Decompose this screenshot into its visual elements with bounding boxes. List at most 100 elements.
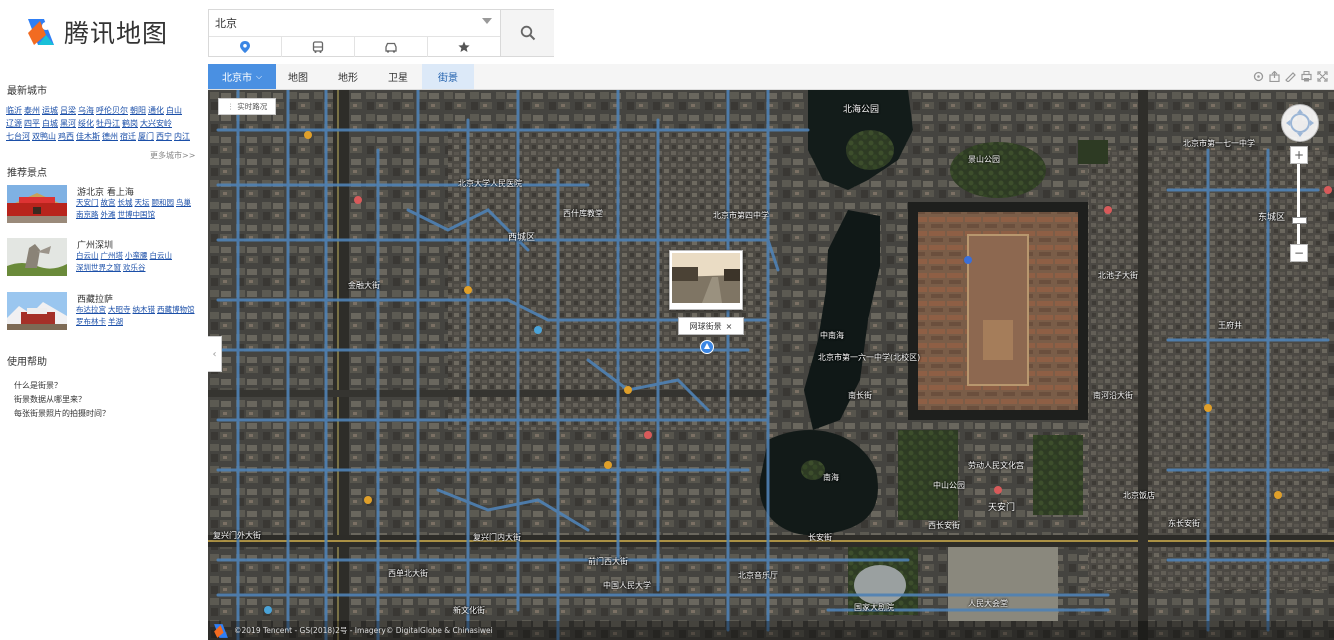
more-cities-link[interactable]: 更多城市>> — [150, 150, 195, 161]
city-link[interactable]: 白城 — [42, 119, 58, 128]
lhasa-thumbnail[interactable] — [7, 292, 67, 330]
search-button[interactable] — [500, 10, 554, 56]
streetview-title-bar: 网球街景 × — [678, 317, 744, 335]
help-title: 使用帮助 — [7, 357, 47, 368]
tiananmen-thumbnail[interactable] — [7, 185, 67, 223]
tab-favorites[interactable] — [428, 37, 500, 57]
logo[interactable]: 腾讯地图 — [24, 12, 168, 52]
city-link[interactable]: 西宁 — [156, 132, 172, 141]
recommend-link[interactable]: 广州塔 — [101, 251, 124, 260]
tab-place[interactable] — [209, 37, 282, 57]
city-link[interactable]: 白山 — [166, 106, 182, 115]
recommend-link[interactable]: 羊湖 — [108, 317, 123, 326]
recommend-link[interactable]: 布达拉宫 — [76, 305, 106, 314]
map-type-terrain[interactable]: 地形 — [330, 64, 366, 89]
realtime-traffic-label: 实时路况 — [237, 102, 268, 111]
realtime-traffic-button[interactable]: ⋮ 实时路况 — [218, 98, 276, 115]
zoom-out-button[interactable]: − — [1290, 244, 1308, 262]
city-link[interactable]: 大兴安岭 — [140, 119, 172, 128]
city-link[interactable]: 七台河 — [6, 132, 30, 141]
pan-control[interactable] — [1281, 104, 1319, 142]
measure-icon[interactable] — [1284, 69, 1296, 83]
help-item[interactable]: 街景数据从哪里来？ — [14, 394, 86, 405]
recommend-link[interactable]: 小蛮腰 — [125, 251, 148, 260]
search-input[interactable] — [209, 10, 499, 35]
share-icon[interactable] — [1268, 69, 1280, 83]
tab-drive[interactable] — [355, 37, 428, 57]
city-link[interactable]: 运城 — [42, 106, 58, 115]
city-selector[interactable]: 北京市 ⌵ — [208, 64, 276, 89]
recommend-link[interactable]: 故宫 — [101, 198, 116, 207]
recommend-item: 广州深圳 白云山 广州塔 小蛮腰 白云山深圳世界之窗 欢乐谷 — [7, 238, 202, 284]
guangzhou-thumbnail[interactable] — [7, 238, 67, 276]
city-link[interactable]: 通化 — [148, 106, 164, 115]
city-link[interactable]: 四平 — [24, 119, 40, 128]
recommend-link[interactable]: 世博中国馆 — [118, 210, 156, 219]
recommend-link[interactable]: 外滩 — [101, 210, 116, 219]
collapse-sidebar-handle[interactable]: ‹ — [208, 336, 222, 372]
print-icon[interactable] — [1300, 69, 1312, 83]
recommend-links: 白云山 广州塔 小蛮腰 白云山深圳世界之窗 欢乐谷 — [76, 250, 202, 274]
streetview-photo[interactable] — [672, 253, 740, 303]
satellite-imagery[interactable] — [208, 90, 1334, 640]
zoom-slider-knob[interactable] — [1292, 216, 1307, 224]
zoom-in-button[interactable]: + — [1290, 146, 1308, 164]
help-item[interactable]: 每张街景照片的拍摄时间？ — [14, 408, 110, 419]
help-item[interactable]: 什么是街景？ — [14, 380, 62, 391]
recommend-link[interactable]: 白云山 — [150, 251, 173, 260]
recommend-link[interactable]: 天安门 — [76, 198, 99, 207]
city-link[interactable]: 德州 — [102, 132, 118, 141]
city-selector-label: 北京市 — [221, 73, 252, 84]
streetview-title[interactable]: 网球街景 — [690, 321, 722, 332]
search-icon — [520, 25, 535, 41]
city-link[interactable]: 朝阳 — [130, 106, 146, 115]
recommend-link[interactable]: 罗布林卡 — [76, 317, 106, 326]
city-link[interactable]: 临沂 — [6, 106, 22, 115]
traffic-icon: ⋮ — [226, 102, 235, 111]
recommend-link[interactable]: 长城 — [118, 198, 133, 207]
recommend-link[interactable]: 南京路 — [76, 210, 99, 219]
zoom-slider-track[interactable] — [1297, 164, 1300, 244]
recommend-link[interactable]: 鸟巢 — [176, 198, 191, 207]
recommend-link[interactable]: 颐和园 — [152, 198, 175, 207]
search-dropdown-icon[interactable] — [482, 18, 492, 24]
city-link[interactable]: 泰州 — [24, 106, 40, 115]
streetview-marker-icon[interactable] — [700, 340, 714, 354]
satellite-map[interactable]: 北海公园 北京市第四中学 西什库教堂 景山公园 北京市第一六一中学(北校区) 中… — [208, 90, 1334, 640]
city-link[interactable]: 绥化 — [78, 119, 94, 128]
tab-bus[interactable] — [282, 37, 355, 57]
city-link[interactable]: 双鸭山 — [32, 132, 56, 141]
map-type-satellite[interactable]: 卫星 — [380, 64, 416, 89]
recommend-link[interactable]: 大昭寺 — [108, 305, 131, 314]
recommend-link[interactable]: 深圳世界之窗 — [76, 263, 121, 272]
recommend-link[interactable]: 纳木错 — [133, 305, 156, 314]
city-link[interactable]: 厦门 — [138, 132, 154, 141]
city-link[interactable]: 黑河 — [60, 119, 76, 128]
chevron-left-icon: ‹ — [212, 348, 217, 360]
map-type-streetview[interactable]: 街景 — [422, 64, 474, 89]
city-link[interactable]: 佳木斯 — [76, 132, 100, 141]
recommend-link[interactable]: 白云山 — [76, 251, 99, 260]
map-toolbar: 北京市 ⌵ 地图 地形 卫星 街景 — [208, 64, 1334, 90]
city-link[interactable]: 内江 — [174, 132, 190, 141]
streetview-preview[interactable] — [669, 250, 743, 310]
zoom-control: + − — [1290, 146, 1308, 264]
city-link[interactable]: 鸡西 — [58, 132, 74, 141]
recommend-link[interactable]: 西藏博物馆 — [157, 305, 195, 314]
search-mode-tabs — [209, 36, 500, 57]
city-link[interactable]: 呼伦贝尔 — [96, 106, 128, 115]
chevron-down-icon: ⌵ — [255, 71, 263, 81]
city-link[interactable]: 鹤岗 — [122, 119, 138, 128]
city-link[interactable]: 吕梁 — [60, 106, 76, 115]
recommend-link[interactable]: 天坛 — [135, 198, 150, 207]
close-icon[interactable]: × — [726, 322, 733, 331]
city-link[interactable]: 宿迁 — [120, 132, 136, 141]
map-type-map[interactable]: 地图 — [280, 64, 316, 89]
city-link[interactable]: 辽源 — [6, 119, 22, 128]
fullscreen-icon[interactable] — [1316, 69, 1328, 83]
city-link[interactable]: 牡丹江 — [96, 119, 120, 128]
pan-arrows-icon — [1286, 109, 1314, 137]
city-link[interactable]: 乌海 — [78, 106, 94, 115]
locate-icon[interactable] — [1252, 69, 1264, 83]
recommend-link[interactable]: 欢乐谷 — [123, 263, 146, 272]
